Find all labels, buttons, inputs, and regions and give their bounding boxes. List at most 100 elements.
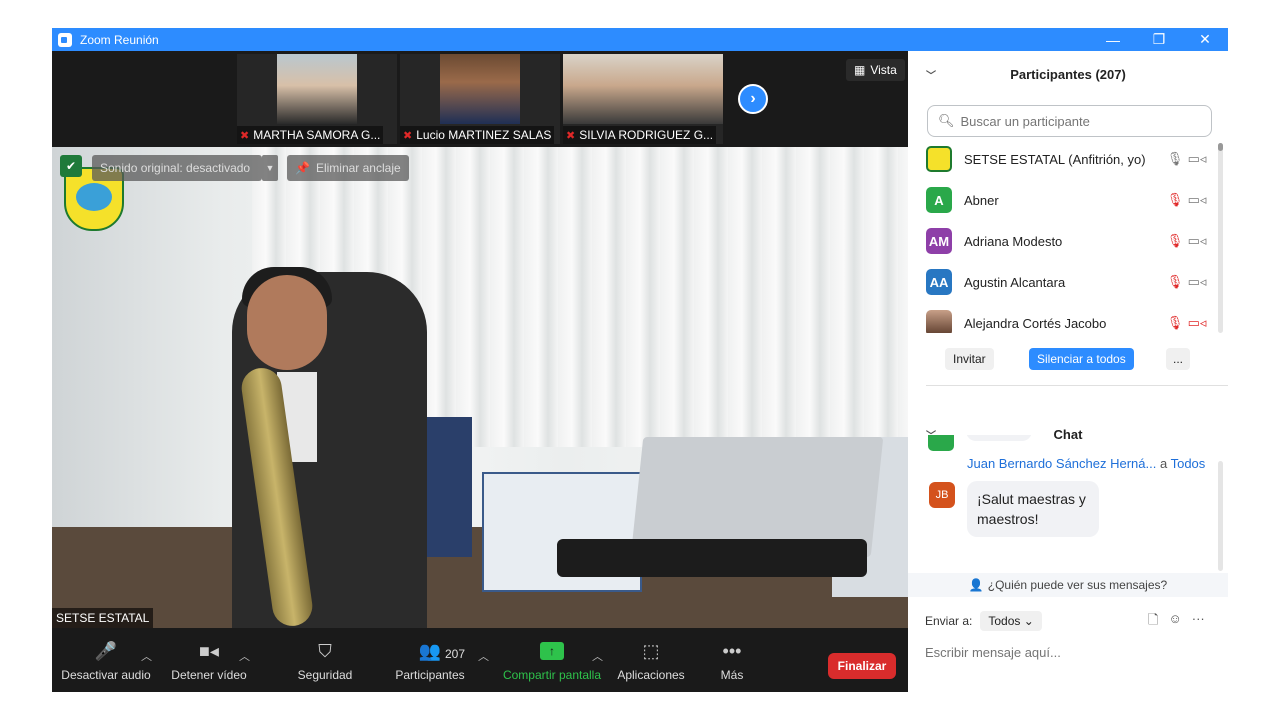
- camera-icon[interactable]: ▭◃: [1186, 233, 1208, 249]
- head: [247, 275, 327, 370]
- chat-messages: Juan Bernardo Sánchez Herná... a Todos J…: [908, 435, 1216, 575]
- minimize-button[interactable]: —: [1090, 28, 1136, 51]
- view-button[interactable]: ▦ Vista: [846, 59, 905, 81]
- audio-options-chevron-icon[interactable]: ︿: [141, 648, 152, 664]
- more-options-button[interactable]: ...: [1166, 348, 1190, 370]
- microphone-icon: 🎤: [94, 640, 118, 661]
- who-can-see-messages[interactable]: 👤 ¿Quién puede ver sus mensajes?: [908, 573, 1228, 597]
- share-screen-button[interactable]: ↑ Compartir pantalla: [500, 628, 604, 692]
- send-to-row: Enviar a: Todos ⌄: [925, 611, 1042, 631]
- chat-message: ¡Salut maestras y maestros!: [967, 481, 1099, 537]
- shield-icon: ⛉: [318, 640, 332, 661]
- avatar: [926, 146, 952, 172]
- mic-muted-icon: ✖: [240, 129, 250, 142]
- mute-all-button[interactable]: Silenciar a todos: [1029, 348, 1134, 370]
- participant-list: SETSE ESTATAL (Anfitrión, yo) 🎙︎ ▭◃ A Ab…: [908, 143, 1216, 333]
- participant-row[interactable]: SETSE ESTATAL (Anfitrión, yo) 🎙︎ ▭◃: [926, 143, 1208, 175]
- camera-icon[interactable]: ▭◃: [1186, 274, 1208, 290]
- next-page-button[interactable]: ›: [738, 84, 768, 114]
- close-button[interactable]: ✕: [1182, 28, 1228, 51]
- file-icon[interactable]: 🗋: [1148, 611, 1158, 633]
- avatar: [926, 310, 952, 333]
- mic-muted-icon[interactable]: 🎙︎: [1164, 315, 1186, 331]
- mic-muted-icon: ✖: [566, 129, 576, 142]
- restore-button[interactable]: ❐: [1136, 28, 1182, 51]
- participant-row[interactable]: A Abner 🎙︎ ▭◃: [926, 184, 1208, 216]
- mic-muted-icon[interactable]: 🎙︎: [1164, 274, 1186, 290]
- video-area: ✖ MARTHA SAMORA G... ✖ Lucio MARTINEZ SALA…: [52, 51, 908, 628]
- participant-row[interactable]: Alejandra Cortés Jacobo 🎙︎ ▭◃: [926, 307, 1208, 333]
- video-options-chevron-icon[interactable]: ︿: [239, 648, 250, 664]
- avatar: [928, 435, 954, 451]
- participant-count: 207: [445, 647, 466, 661]
- participants-options-chevron-icon[interactable]: ︿: [478, 648, 489, 664]
- mute-audio-button[interactable]: 🎤 Desactivar audio: [60, 628, 152, 692]
- emoji-icon[interactable]: ☺: [1168, 611, 1181, 633]
- video-tile-3[interactable]: ✖ SILVIA RODRIGUEZ G...: [563, 54, 723, 144]
- panel-divider: [926, 385, 1228, 386]
- speaker-name-label: SETSE ESTATAL: [52, 608, 154, 628]
- tile-name-label: ✖ Lucio MARTINEZ SALAS: [400, 126, 555, 144]
- window-title: Zoom Reunión: [80, 32, 159, 47]
- gallery-strip: ✖ MARTHA SAMORA G... ✖ Lucio MARTINEZ SALA…: [52, 51, 908, 147]
- zoom-logo-icon: [58, 32, 72, 47]
- tile-name-label: ✖ MARTHA SAMORA G...: [237, 126, 384, 144]
- main-video: ✔ Sonido original: desactivado ▼ 📌 Elimin…: [52, 147, 908, 628]
- chat-scrollbar[interactable]: [1218, 461, 1223, 571]
- avatar: JB: [929, 482, 955, 508]
- title-bar: Zoom Reunión — ❐ ✕: [52, 28, 1228, 51]
- tile-name-label: ✖ SILVIA RODRIGUEZ G...: [563, 126, 717, 144]
- chat-bubble-previous: [966, 435, 1032, 441]
- side-panel: ﹀ Participantes (207) 🔍︎ SETSE ESTATAL (…: [908, 51, 1228, 692]
- apps-icon: ⬚: [642, 640, 660, 661]
- meeting-toolbar: 🎤 Desactivar audio ︿ ■◂ Detener vídeo ︿ …: [52, 628, 908, 692]
- shield-icon[interactable]: ✔: [60, 155, 82, 177]
- camera-icon[interactable]: ▭◃: [1186, 151, 1208, 167]
- participant-scrollbar[interactable]: [1218, 143, 1223, 333]
- participant-video: [563, 54, 723, 124]
- security-button[interactable]: ⛉ Seguridad: [290, 628, 360, 692]
- avatar: AA: [926, 269, 952, 295]
- chevron-down-icon[interactable]: ▼: [262, 155, 278, 181]
- participant-search[interactable]: 🔍︎: [927, 105, 1212, 137]
- share-arrow-icon: ↑: [540, 642, 564, 660]
- camera-icon: ■◂: [199, 640, 219, 661]
- mic-muted-icon[interactable]: 🎙︎: [1164, 192, 1186, 208]
- search-icon: 🔍︎: [938, 113, 955, 128]
- participant-video: [277, 54, 357, 124]
- more-button[interactable]: ••• Más: [708, 628, 756, 692]
- grid-icon: ▦: [854, 63, 866, 77]
- camera-off-icon[interactable]: ▭◃: [1186, 315, 1208, 331]
- more-icon: •••: [722, 640, 742, 661]
- apps-button[interactable]: ⬚ Aplicaciones: [614, 628, 688, 692]
- end-meeting-button[interactable]: Finalizar: [828, 653, 896, 679]
- participants-icon: 👥: [418, 640, 442, 661]
- more-icon[interactable]: ···: [1192, 611, 1205, 633]
- mic-muted-icon: ✖: [403, 129, 413, 142]
- chevron-down-icon[interactable]: ﹀: [926, 67, 936, 82]
- video-tile-1[interactable]: ✖ MARTHA SAMORA G...: [237, 54, 397, 144]
- chat-sender: Juan Bernardo Sánchez Herná... a Todos: [967, 456, 1206, 471]
- people-icon: 👤: [968, 578, 984, 592]
- share-options-chevron-icon[interactable]: ︿: [592, 648, 603, 664]
- unpin-button[interactable]: 📌 Eliminar anclaje: [287, 155, 409, 181]
- participants-header: ﹀ Participantes (207): [908, 51, 1228, 97]
- chat-tools: 🗋 ☺ ···: [1148, 611, 1205, 633]
- participant-search-input[interactable]: [960, 113, 1201, 129]
- participant-video: [440, 54, 520, 124]
- participant-row[interactable]: AA Agustin Alcantara 🎙︎ ▭◃: [926, 266, 1208, 298]
- original-sound-button[interactable]: Sonido original: desactivado: [92, 155, 262, 181]
- microphone-icon[interactable]: 🎙︎: [1164, 151, 1186, 167]
- participant-row[interactable]: AM Adriana Modesto 🎙︎ ▭◃: [926, 225, 1208, 257]
- recipient-dropdown[interactable]: Todos ⌄: [980, 611, 1042, 631]
- avatar: A: [926, 187, 952, 213]
- mic-muted-icon[interactable]: 🎙︎: [1164, 233, 1186, 249]
- invite-button[interactable]: Invitar: [945, 348, 994, 370]
- chat-message-input[interactable]: [925, 641, 1215, 663]
- camera-icon[interactable]: ▭◃: [1186, 192, 1208, 208]
- participants-title: Participantes (207): [1010, 66, 1126, 82]
- keyboard: [557, 539, 867, 577]
- chevron-down-icon: ⌄: [1023, 614, 1034, 628]
- video-tile-2[interactable]: ✖ Lucio MARTINEZ SALAS: [400, 54, 560, 144]
- avatar: AM: [926, 228, 952, 254]
